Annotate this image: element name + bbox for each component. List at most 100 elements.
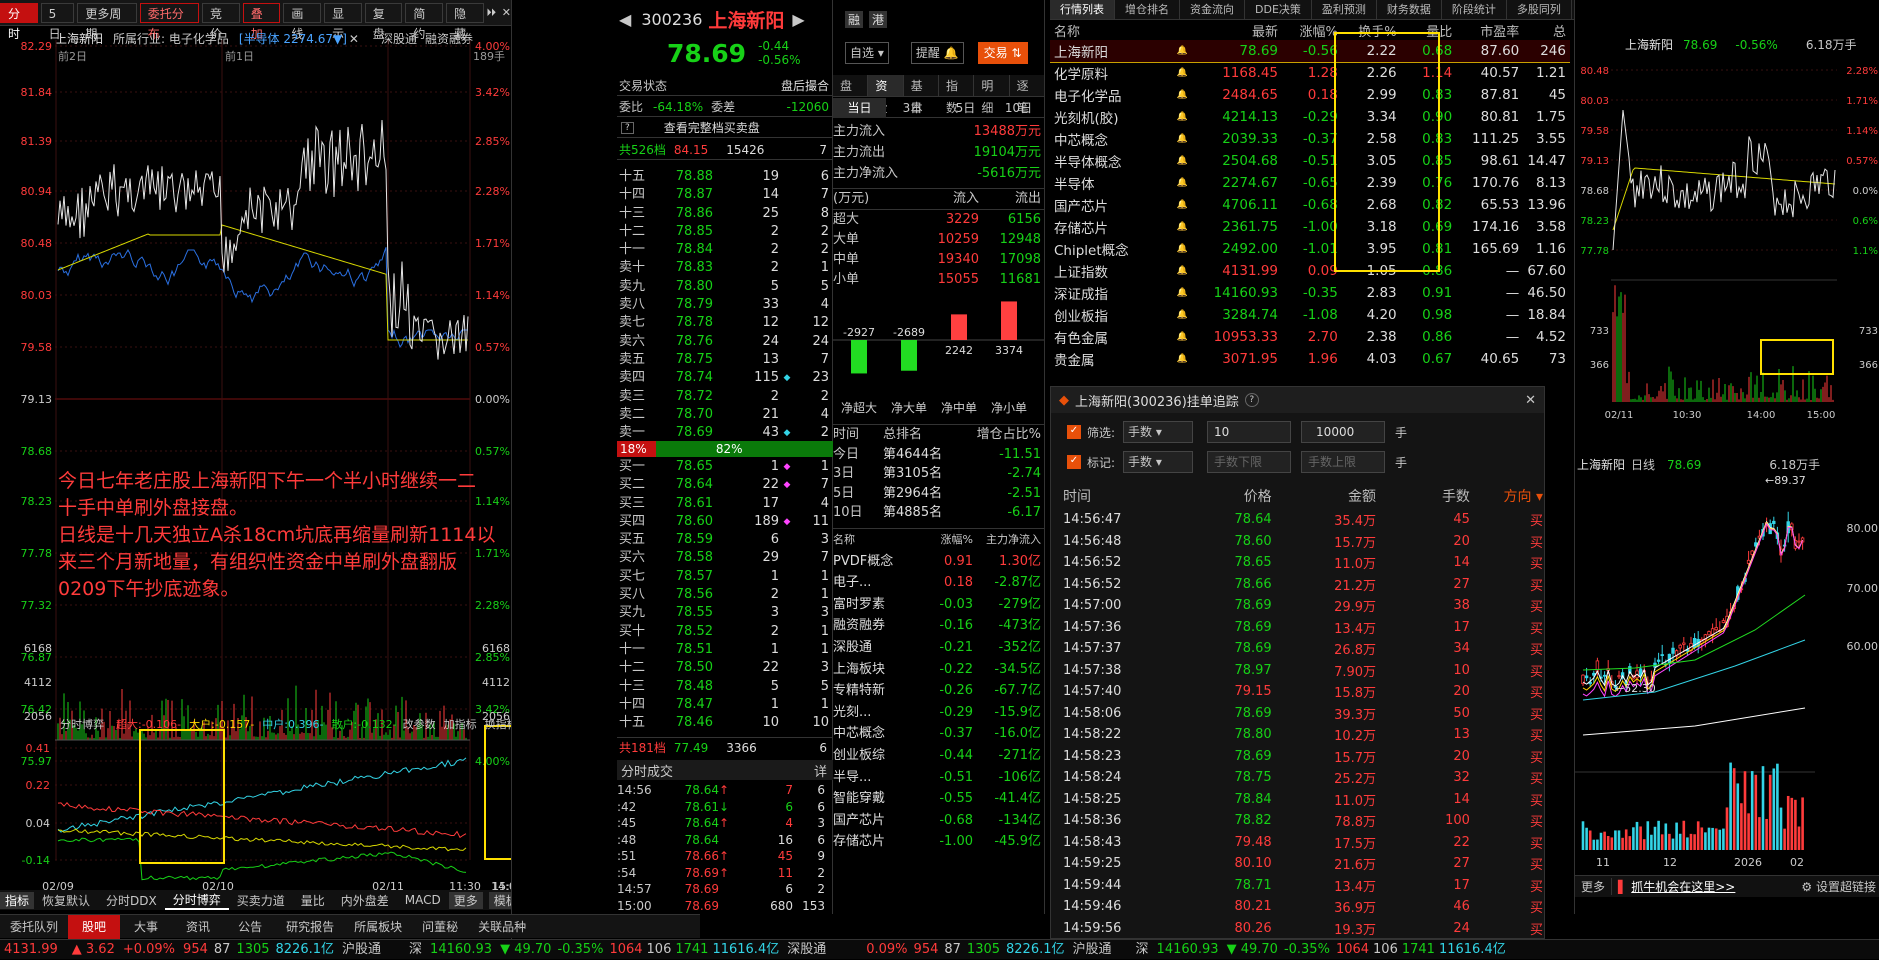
market-row[interactable]: 存储芯片 🔔 2361.75 -1.00 3.18 0.69 174.16 3.58 xyxy=(1050,216,1570,238)
reset-default[interactable]: 恢复默认 xyxy=(34,892,98,909)
mark-select[interactable]: 手数 ▾ xyxy=(1123,451,1194,473)
nav-events[interactable]: 大事 xyxy=(120,918,172,935)
market-row[interactable]: 光刻机(胶) 🔔 4214.13 -0.29 3.34 0.90 80.81 1.75 xyxy=(1050,106,1570,128)
buy-level[interactable]: 买十 78.52 2 1 xyxy=(617,623,833,641)
sell-level[interactable]: 卖三 78.72 2 2 xyxy=(617,388,833,406)
sell-level[interactable]: 卖五 78.75 13 7 xyxy=(617,351,833,369)
tracker-col-header[interactable]: 金额 xyxy=(1272,483,1376,509)
indicator-tab[interactable]: 指标 xyxy=(0,891,35,909)
tracker-col-header[interactable]: 价格 xyxy=(1178,483,1272,509)
trade-button[interactable]: 交易 ⇅ xyxy=(977,42,1028,64)
market-row[interactable]: 贵金属 🔔 3071.95 1.96 4.03 0.67 40.65 73 xyxy=(1050,348,1570,370)
buy-level[interactable]: 十三 78.48 5 5 xyxy=(617,678,833,696)
sector-row[interactable]: 存储芯片 -1.00 -45.9亿 xyxy=(833,831,1044,853)
sell-level[interactable]: 十三 78.86 25 8 xyxy=(617,205,833,223)
tab-draw[interactable]: 画线 xyxy=(283,2,322,41)
market-tab[interactable]: 资金流向 xyxy=(1180,0,1245,19)
bell-icon[interactable]: 🔔 xyxy=(1155,260,1210,282)
help-circle-icon[interactable]: ? xyxy=(1244,393,1259,407)
watchlist-button[interactable]: 自选 ▾ xyxy=(845,42,889,64)
sub-switch[interactable]: 换指标 xyxy=(485,716,511,732)
market-tab[interactable]: 财务数据 xyxy=(1377,0,1442,19)
sell-level[interactable]: 卖十 78.83 2 1 xyxy=(617,259,833,277)
expand-icon[interactable]: ⏵⏵ xyxy=(487,8,496,18)
bell-icon[interactable]: 🔔 xyxy=(1155,238,1210,260)
more-tab[interactable]: 更多 xyxy=(448,891,483,909)
close-icon[interactable]: ✕ xyxy=(502,6,511,19)
daily-more[interactable]: 更多 xyxy=(1575,878,1613,895)
market-row[interactable]: 上海新阳 🔔 78.69 -0.56 2.22 0.68 87.60 246 xyxy=(1050,40,1570,62)
sell-level[interactable]: 卖八 78.79 33 4 xyxy=(617,296,833,314)
period-5d[interactable]: 5日 xyxy=(939,99,992,116)
market-col-header[interactable]: 市盈率 xyxy=(1456,20,1523,40)
sz-connect[interactable]: 深股通 xyxy=(787,940,826,960)
sector-row[interactable]: 中芯概念 -0.37 -16.0亿 xyxy=(833,723,1044,745)
market-row[interactable]: 化学原料 🔔 1168.45 1.28 2.26 1.14 40.57 1.21 xyxy=(1050,62,1570,84)
tab-fund[interactable]: 资金 xyxy=(868,75,904,115)
bell-icon[interactable]: 🔔 xyxy=(1155,150,1210,172)
market-tab[interactable]: 盈利预测 xyxy=(1312,0,1377,19)
nav-forum[interactable]: 股吧 xyxy=(68,914,121,939)
sell-level[interactable]: 卖二 78.70 21 4 xyxy=(617,406,833,424)
sell-level[interactable]: 卖九 78.80 5 5 xyxy=(617,278,833,296)
sector-row[interactable]: 上海板块 -0.22 -34.5亿 xyxy=(833,659,1044,681)
bell-icon[interactable]: 🔔 xyxy=(1155,194,1210,216)
sell-level[interactable]: 卖七 78.78 12 12 xyxy=(617,314,833,332)
market-row[interactable]: 半导体 🔔 2274.67 -0.65 2.39 0.76 170.76 8.13 xyxy=(1050,172,1570,194)
market-row[interactable]: 电子化学品 🔔 2484.65 0.18 2.99 0.83 87.81 45 xyxy=(1050,84,1570,106)
template-tab[interactable]: 模板 xyxy=(488,891,511,909)
lower-input[interactable]: 手数下限 xyxy=(1207,451,1292,473)
tracker-col-header[interactable]: 手数 xyxy=(1376,483,1470,509)
market-tab[interactable]: 增仓排名 xyxy=(1115,0,1180,19)
buy-level[interactable]: 买二 78.64 22 ◆ 7 xyxy=(617,476,833,494)
sector-row[interactable]: PVDF概念 0.91 1.30亿 xyxy=(833,551,1044,573)
bell-icon[interactable]: 🔔 xyxy=(1155,62,1210,84)
promo-link[interactable]: 抓牛机会在这里>> xyxy=(1631,878,1735,895)
help-icon[interactable]: ? xyxy=(621,121,634,134)
macd-tab[interactable]: MACD xyxy=(397,893,449,907)
bell-icon[interactable]: 🔔 xyxy=(1155,304,1210,326)
buy-level[interactable]: 十一 78.51 1 1 xyxy=(617,641,833,659)
buy-level[interactable]: 十二 78.50 22 3 xyxy=(617,659,833,677)
tab-index[interactable]: 指数 xyxy=(939,75,975,115)
min-lots-input[interactable]: 10 xyxy=(1207,421,1292,443)
buy-level[interactable]: 买八 78.56 2 1 xyxy=(617,586,833,604)
market-row[interactable]: 有色金属 🔔 10953.33 2.70 2.38 0.86 — 4.52 xyxy=(1050,326,1570,348)
sell-level[interactable]: 十一 78.84 2 2 xyxy=(617,241,833,259)
bell-icon[interactable]: 🔔 xyxy=(1155,128,1210,150)
tab-handicap[interactable]: 盘口 xyxy=(833,75,869,115)
nav-queue[interactable]: 委托队列 xyxy=(0,918,68,935)
market-col-header[interactable]: 涨幅% xyxy=(1282,20,1342,40)
buy-level[interactable]: 买四 78.60 189 ◆ 11 xyxy=(617,513,833,531)
sell-level[interactable]: 卖一 78.69 43 ◆ 2 xyxy=(617,424,833,442)
sector-row[interactable]: 融资融券 -0.16 -473亿 xyxy=(833,615,1044,637)
market-tab[interactable]: 多股同列 xyxy=(1507,0,1572,19)
buy-level[interactable]: 买一 78.65 1 ◆ 1 xyxy=(617,458,833,476)
full-book-link[interactable]: 查看完整档买卖盘 xyxy=(664,119,760,136)
bell-icon[interactable]: 🔔 xyxy=(1155,172,1210,194)
bell-icon[interactable]: 🔔 xyxy=(1155,216,1210,238)
tracker-col-header[interactable]: 时间 xyxy=(1063,483,1178,509)
market-col-header[interactable]: 最新 xyxy=(1210,20,1282,40)
tab-hide[interactable]: 隐藏 xyxy=(446,2,484,41)
bell-icon[interactable]: 🔔 xyxy=(1155,282,1210,304)
period-today[interactable]: 当日 xyxy=(833,97,886,118)
market-tab[interactable]: 行情列表 xyxy=(1050,0,1115,19)
market-row[interactable]: Chiplet概念 🔔 2492.00 -1.01 3.95 0.81 165.69 1.16 xyxy=(1050,238,1570,260)
ratio-tab[interactable]: 量比 xyxy=(293,892,333,909)
market-col-header[interactable] xyxy=(1155,20,1210,40)
alert-button[interactable]: 提醒 🔔 xyxy=(910,42,964,64)
sector-row[interactable]: 光刻... -0.29 -15.9亿 xyxy=(833,702,1044,724)
period-10d[interactable]: 10日 xyxy=(992,99,1044,116)
ticks-detail[interactable]: 详 xyxy=(814,761,827,780)
filter-select[interactable]: 手数 ▾ xyxy=(1123,421,1194,443)
nav-notice[interactable]: 公告 xyxy=(224,918,276,935)
tab-auction[interactable]: 竞价 xyxy=(202,2,240,41)
sell-level[interactable]: 十二 78.85 2 2 xyxy=(617,223,833,241)
market-tab[interactable]: DDE决策 xyxy=(1245,0,1312,19)
tracker-close-icon[interactable]: ✕ xyxy=(1525,393,1536,408)
buy-level[interactable]: 十四 78.47 1 1 xyxy=(617,696,833,714)
sector-row[interactable]: 创业板综 -0.44 -271亿 xyxy=(833,745,1044,767)
force-tab[interactable]: 买卖力道 xyxy=(229,892,293,909)
buy-level[interactable]: 买五 78.59 6 3 xyxy=(617,531,833,549)
